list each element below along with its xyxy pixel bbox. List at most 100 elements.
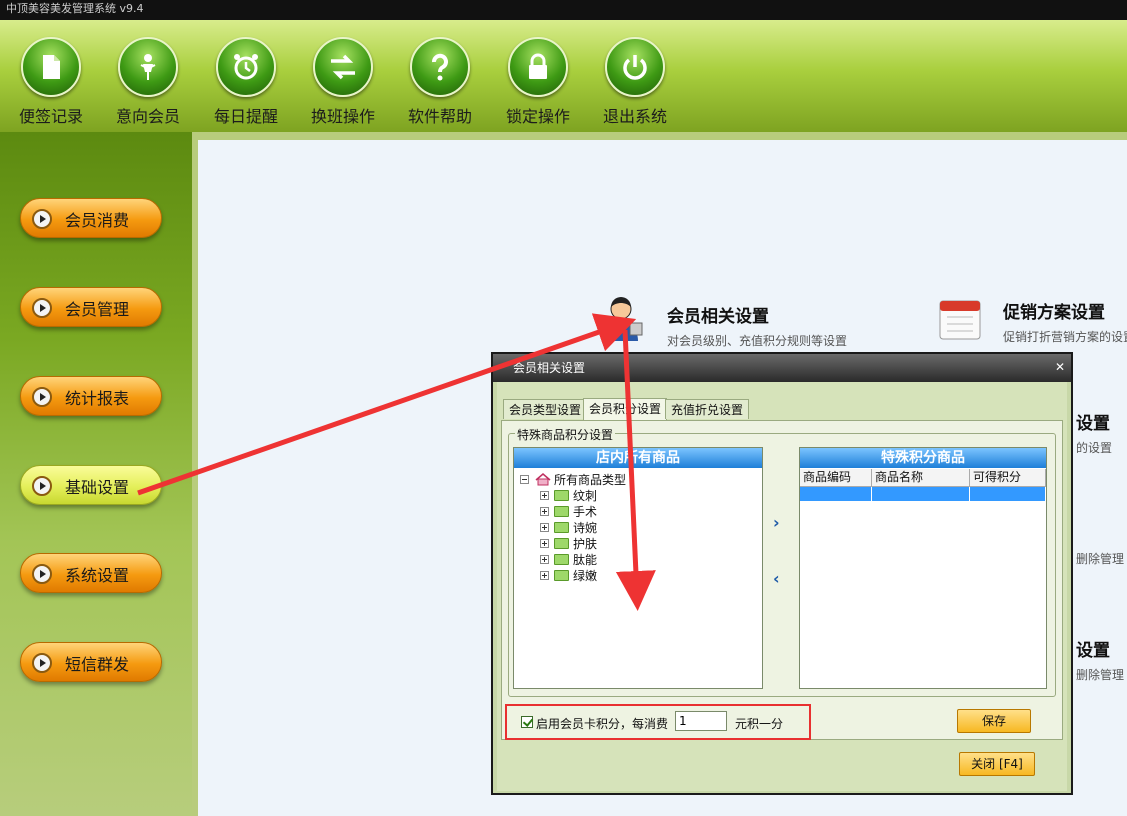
collapse-icon[interactable] (520, 475, 529, 484)
dialog-title-bar[interactable]: 会员相关设置 (493, 354, 1071, 382)
special-points-group: 特殊商品积分设置 店内所有商品 所有商品类型 纹刺 手术 诗婉 护肤 肽能 绿嫩… (508, 426, 1056, 697)
top-toolbar: 便签记录 意向会员 每日提醒 换班操作 软件帮助 锁定操作 退出系统 (0, 20, 1127, 132)
member-settings-icon[interactable] (600, 295, 660, 345)
close-icon[interactable]: ✕ (1055, 360, 1065, 374)
table-cell (970, 487, 1046, 501)
expand-icon[interactable] (540, 491, 549, 500)
prospect-member-label: 意向会员 (115, 107, 180, 126)
sidebar-item-sms[interactable]: 短信群发 (20, 642, 162, 682)
calendar-icon[interactable] (938, 295, 982, 345)
expand-icon[interactable] (540, 555, 549, 564)
close-button[interactable]: 关闭 [F4] (959, 752, 1035, 776)
table-cell (872, 487, 970, 501)
member-settings-dialog: 会员相关设置 ✕ 会员类型设置 会员积分设置 充值折兑设置 特殊商品积分设置 店… (491, 352, 1073, 795)
promo-settings-title: 促销方案设置 (1003, 303, 1105, 323)
tree-node-label: 诗婉 (573, 521, 598, 535)
col-points[interactable]: 可得积分 (970, 469, 1046, 487)
note-label: 便签记录 (18, 107, 83, 126)
dialog-title: 会员相关设置 (513, 361, 586, 375)
daily-reminder-button[interactable]: 每日提醒 (203, 37, 289, 127)
tree-root-label: 所有商品类型 (554, 473, 627, 487)
move-right-icon[interactable]: › (773, 515, 787, 531)
setting-entry-desc: 删除管理 (1076, 552, 1125, 566)
sidebar-item-label: 基础设置 (65, 478, 130, 497)
promo-settings-desc: 促销打折营销方案的设置 (1003, 330, 1127, 344)
play-icon (32, 653, 52, 673)
sidebar: 会员消费 会员管理 统计报表 基础设置 系统设置 短信群发 (0, 132, 192, 816)
exit-button[interactable]: 退出系统 (592, 37, 678, 127)
folder-icon (554, 538, 569, 549)
setting-entry-partial[interactable]: 设置 的设置 (1076, 409, 1112, 456)
lock-label: 锁定操作 (505, 107, 570, 126)
sidebar-item-label: 会员消费 (65, 211, 130, 230)
expand-icon[interactable] (540, 507, 549, 516)
tree-node-label: 纹刺 (573, 489, 598, 503)
move-left-icon[interactable]: ‹ (773, 571, 787, 587)
window-title: 中顶美容美发管理系统 v9.4 (0, 0, 1127, 20)
promo-settings-entry[interactable]: 促销方案设置 促销打折营销方案的设置 (1003, 298, 1127, 345)
expand-icon[interactable] (540, 539, 549, 548)
expand-icon[interactable] (540, 571, 549, 580)
shift-change-button[interactable]: 换班操作 (300, 37, 386, 127)
help-button[interactable]: 软件帮助 (397, 37, 483, 127)
sidebar-item-basic-settings[interactable]: 基础设置 (20, 465, 162, 505)
sidebar-item-member-consume[interactable]: 会员消费 (20, 198, 162, 238)
dialog-body: 会员类型设置 会员积分设置 充值折兑设置 特殊商品积分设置 店内所有商品 所有商… (497, 382, 1067, 791)
note-icon (21, 37, 81, 97)
col-product-code[interactable]: 商品编码 (800, 469, 872, 487)
help-icon (410, 37, 470, 97)
swap-arrows-icon (313, 37, 373, 97)
tab-member-points[interactable]: 会员积分设置 (583, 398, 668, 420)
tree-node-label: 肽能 (573, 553, 598, 567)
setting-entry-partial[interactable]: 设置 删除管理 (1076, 636, 1124, 683)
col-product-name[interactable]: 商品名称 (872, 469, 970, 487)
all-products-tree[interactable]: 店内所有商品 所有商品类型 纹刺 手术 诗婉 护肤 肽能 绿嫩 (513, 447, 763, 689)
folder-icon (554, 570, 569, 581)
table-row[interactable] (800, 487, 1046, 501)
tree-node-label: 护肤 (573, 537, 598, 551)
expand-icon[interactable] (540, 523, 549, 532)
play-icon (32, 298, 52, 318)
member-settings-desc: 对会员级别、充值积分规则等设置 (667, 334, 848, 348)
person-icon (118, 37, 178, 97)
sidebar-item-label: 统计报表 (65, 389, 130, 408)
sidebar-item-member-manage[interactable]: 会员管理 (20, 287, 162, 327)
alarm-clock-icon (216, 37, 276, 97)
member-settings-entry[interactable]: 会员相关设置 对会员级别、充值积分规则等设置 (667, 302, 847, 349)
special-products-grid[interactable]: 特殊积分商品 商品编码 商品名称 可得积分 (799, 447, 1047, 689)
daily-reminder-label: 每日提醒 (213, 107, 278, 126)
shift-change-label: 换班操作 (310, 107, 375, 126)
sidebar-item-label: 系统设置 (65, 566, 130, 585)
tab-recharge-discount[interactable]: 充值折兑设置 (665, 399, 750, 419)
note-button[interactable]: 便签记录 (8, 37, 94, 127)
sidebar-item-system-settings[interactable]: 系统设置 (20, 553, 162, 593)
play-icon (32, 476, 52, 496)
amount-per-point-input[interactable]: 1 (675, 711, 727, 731)
sidebar-item-label: 会员管理 (65, 300, 130, 319)
play-icon (32, 209, 52, 229)
prospect-member-button[interactable]: 意向会员 (105, 37, 191, 127)
tab-pane-member-points: 特殊商品积分设置 店内所有商品 所有商品类型 纹刺 手术 诗婉 护肤 肽能 绿嫩… (501, 420, 1063, 740)
home-icon (535, 473, 551, 486)
play-icon (32, 564, 52, 584)
sidebar-item-reports[interactable]: 统计报表 (20, 376, 162, 416)
folder-icon (554, 490, 569, 501)
lock-icon (508, 37, 568, 97)
setting-entry-desc: 的设置 (1076, 441, 1113, 455)
setting-entry-desc: 删除管理 (1076, 668, 1125, 682)
tree-node-label: 绿嫩 (573, 569, 598, 583)
save-button[interactable]: 保存 (957, 709, 1031, 733)
setting-entry-title: 设置 (1076, 414, 1110, 434)
enable-points-checkbox[interactable] (521, 716, 533, 728)
help-label: 软件帮助 (407, 107, 472, 126)
special-products-header: 特殊积分商品 (800, 448, 1046, 468)
enable-points-label: 启用会员卡积分，每消费 (536, 717, 669, 731)
setting-entry-partial[interactable]: 删除管理 (1076, 545, 1124, 567)
unit-label: 元积一分 (735, 717, 784, 731)
tab-member-type[interactable]: 会员类型设置 (503, 399, 588, 419)
folder-icon (554, 506, 569, 517)
power-icon (605, 37, 665, 97)
all-products-header: 店内所有商品 (514, 448, 762, 468)
setting-entry-title: 设置 (1076, 641, 1110, 661)
lock-button[interactable]: 锁定操作 (495, 37, 581, 127)
